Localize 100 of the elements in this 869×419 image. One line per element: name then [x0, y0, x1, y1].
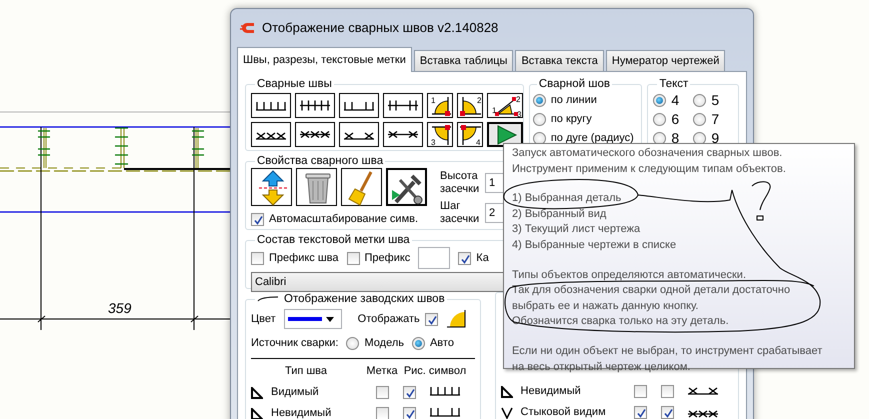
checked-checkbox[interactable] [424, 312, 438, 326]
radio-label: по линии [550, 93, 597, 108]
play-button[interactable] [487, 122, 523, 147]
row-label: Невидимый [271, 406, 332, 419]
group-title: Отображение заводских швов [284, 292, 445, 306]
fillet-weld-icon [446, 310, 466, 328]
checkbox[interactable] [634, 385, 648, 398]
fillet-weld-icon [251, 386, 263, 398]
weld-symbol-icon [299, 99, 331, 112]
weld-position-button[interactable]: 2 [457, 93, 483, 118]
weld-symbol-icon [387, 99, 419, 112]
butt-weld-icon [500, 406, 513, 418]
checkbox[interactable] [660, 385, 674, 398]
row-label: Видимый [271, 385, 320, 400]
radio-button[interactable] [693, 113, 706, 126]
app-logo-icon [240, 21, 256, 35]
checkbox[interactable] [376, 386, 388, 399]
dimension-label: 359 [108, 300, 132, 316]
window-title: Отображение сварных швов v2.140828 [262, 19, 498, 38]
broom-button[interactable] [341, 168, 382, 206]
caret-icon [326, 316, 334, 322]
selected-radio-button[interactable] [653, 94, 666, 107]
radio-button[interactable] [346, 336, 360, 350]
weld-type-button[interactable] [295, 93, 335, 118]
column-header: Тип шва [284, 364, 328, 380]
radio-label: Модель [364, 336, 404, 351]
checkbox-label: Ка [476, 250, 489, 266]
checkbox[interactable] [346, 252, 360, 264]
radio-button[interactable] [532, 113, 546, 126]
checkbox[interactable] [251, 252, 264, 264]
checked-checkbox[interactable] [403, 407, 416, 419]
line-icon [257, 296, 279, 302]
fillet-weld-icon [500, 386, 513, 398]
group-title: Текст [658, 77, 690, 91]
tools-button[interactable] [386, 168, 427, 206]
field-label: Высота засечки [440, 170, 480, 196]
color-swatch-icon [288, 317, 322, 321]
field-label: Источник сварки: [251, 336, 338, 351]
field-label: Шаг засечки [440, 200, 480, 226]
group-title: Сварные швы [256, 77, 333, 91]
weld-type-button[interactable] [339, 122, 379, 147]
weld-position-button[interactable]: 3 [427, 122, 453, 147]
weld-type-button[interactable] [295, 122, 335, 147]
group-title: Свойства сварного шва [256, 154, 384, 168]
weld-type-button[interactable] [383, 122, 423, 147]
radio-label: 7 [711, 110, 720, 129]
weld-symbol-icon [299, 128, 331, 141]
tab[interactable]: Швы, разрезы, текстовые метки [237, 47, 412, 72]
list-item: 3) Текущий лист чертежа [512, 222, 642, 238]
radio-label: 9 [711, 129, 720, 148]
weld-type-button[interactable] [251, 122, 291, 147]
radio-label: 5 [711, 91, 720, 110]
weld-type-button[interactable] [339, 93, 379, 118]
fillet-weld-icon [251, 408, 263, 419]
radio-label: 8 [671, 129, 680, 148]
checked-checkbox[interactable] [458, 252, 472, 264]
color-dropdown[interactable] [284, 309, 342, 329]
group-title: Состав текстовой метки шва [256, 233, 411, 247]
row-label: Невидимый [520, 384, 582, 400]
weld-position-button[interactable]: 4 [457, 122, 483, 147]
row-label: Стыковой видим [520, 405, 607, 419]
weld-symbol-icon [343, 99, 375, 112]
checked-checkbox[interactable] [403, 386, 416, 399]
checkbox-label: Префикс шва [269, 250, 338, 266]
tab[interactable]: Вставка таблицы [414, 50, 514, 71]
column-header: Рис. символ [403, 364, 467, 380]
group-title: Сварной шов [538, 77, 611, 91]
weld-symbol-icon [255, 99, 287, 112]
checked-checkbox[interactable] [660, 406, 674, 419]
selected-radio-button[interactable] [532, 94, 546, 107]
weld-type-button[interactable] [383, 93, 423, 118]
radio-label: 6 [671, 110, 680, 129]
weld-position-button[interactable]: 1 2 3 [487, 93, 523, 118]
weld-symbol-icon [387, 128, 419, 141]
tooltip-text: Запуск автоматического обозначения сварных швов. Инструмент применим к следующим типам объектов. [512, 146, 787, 177]
list-item: 1) Выбранная деталь [512, 191, 622, 206]
checked-checkbox[interactable] [634, 406, 648, 419]
radio-label: Авто [430, 336, 454, 351]
radio-button[interactable] [653, 113, 666, 126]
radio-button[interactable] [693, 94, 706, 107]
weld-position-button[interactable]: 1 [427, 93, 453, 118]
radio-label: 4 [671, 91, 680, 110]
input-field[interactable] [418, 247, 450, 269]
column-header: Метка [365, 364, 399, 380]
tab[interactable]: Вставка текста [515, 50, 604, 71]
tab[interactable]: Нумератор чертежей [606, 50, 726, 71]
radio-label: по кругу [550, 112, 592, 128]
field-label: Цвет [251, 312, 276, 327]
list-item: 4) Выбранные чертежи в списке [512, 238, 678, 253]
checkbox-label: Префикс [364, 250, 410, 266]
checkbox-label: Отображать [358, 312, 420, 327]
selected-radio-button[interactable] [412, 336, 425, 350]
trash-button[interactable] [296, 168, 337, 206]
list-item: 2) Выбранный вид [512, 206, 608, 222]
checkbox[interactable] [376, 407, 388, 419]
flip-arrows-button[interactable] [251, 168, 292, 206]
checkbox-label: Автомасштабирование симв. [269, 212, 418, 228]
radio-label: по дуге (радиус) [550, 131, 634, 146]
weld-type-button[interactable] [251, 93, 291, 118]
checked-checkbox[interactable] [251, 213, 264, 226]
